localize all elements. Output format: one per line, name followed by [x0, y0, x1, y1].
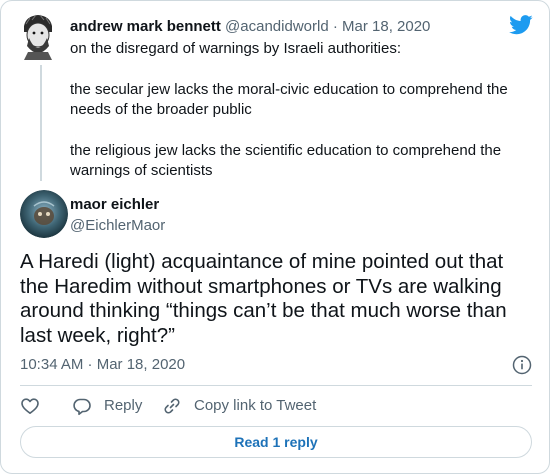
- parent-paragraph: the secular jew lacks the moral-civic ed…: [70, 81, 508, 118]
- main-display-name[interactable]: maor eichler: [70, 195, 159, 215]
- heart-icon: [21, 398, 39, 414]
- reply-button[interactable]: Reply: [72, 395, 142, 417]
- main-avatar[interactable]: [20, 190, 68, 238]
- reply-label: Reply: [104, 397, 143, 414]
- like-button[interactable]: [20, 395, 40, 417]
- embedded-tweet-card: andrew mark bennett @acandidworld · Mar …: [0, 0, 550, 474]
- main-tweet-text: A Haredi (light) acquaintance of mine po…: [20, 250, 507, 348]
- parent-display-name[interactable]: andrew mark bennett: [70, 18, 221, 35]
- divider: [20, 385, 532, 386]
- copy-link-button[interactable]: Copy link to Tweet: [162, 395, 316, 417]
- parent-date[interactable]: Mar 18, 2020: [342, 18, 430, 35]
- link-icon: [164, 398, 180, 414]
- parent-paragraph: on the disregard of warnings by Israeli …: [70, 40, 402, 57]
- read-replies-button[interactable]: Read 1 reply: [20, 426, 532, 458]
- info-icon[interactable]: [512, 355, 532, 375]
- parent-paragraph: the religious jew lacks the scientific e…: [70, 142, 502, 179]
- parent-tweet-text: on the disregard of warnings by Israeli …: [70, 39, 530, 181]
- parent-handle[interactable]: @acandidworld: [225, 18, 329, 35]
- twitter-bird-icon[interactable]: [509, 15, 533, 35]
- parent-avatar[interactable]: [20, 12, 56, 60]
- parent-separator: ·: [332, 18, 338, 35]
- copy-link-label: Copy link to Tweet: [194, 397, 317, 414]
- thread-connector-line: [40, 65, 42, 181]
- main-handle[interactable]: @EichlerMaor: [70, 216, 165, 236]
- tweet-timestamp[interactable]: 10:34 AM · Mar 18, 2020: [20, 355, 185, 375]
- parent-tweet-header: andrew mark bennett @acandidworld · Mar …: [70, 17, 430, 37]
- reply-icon: [73, 398, 91, 416]
